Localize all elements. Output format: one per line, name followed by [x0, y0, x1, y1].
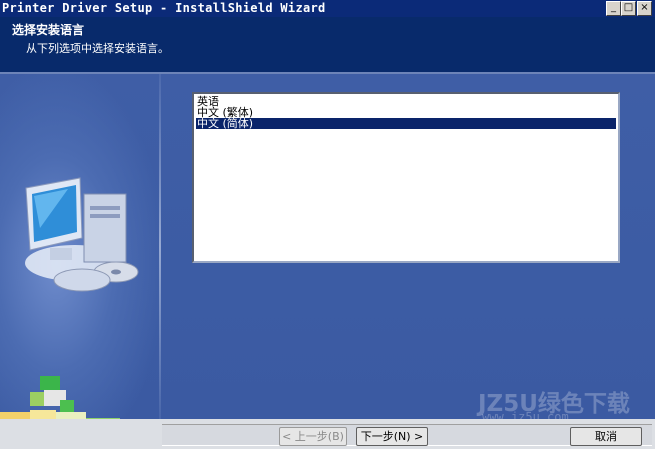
minimize-button[interactable]: _ [606, 1, 621, 16]
close-button[interactable]: × [637, 1, 652, 16]
next-button[interactable]: 下一步(N) > [356, 427, 428, 446]
page-subtitle: 从下列选项中选择安装语言。 [26, 42, 169, 55]
window-title: Printer Driver Setup - InstallShield Wiz… [2, 1, 326, 15]
maximize-button[interactable]: □ [621, 1, 636, 16]
back-button[interactable]: < 上一步(B) [279, 427, 347, 446]
title-bar: Printer Driver Setup - InstallShield Wiz… [0, 0, 655, 17]
wizard-header: 选择安装语言 从下列选项中选择安装语言。 [0, 17, 655, 72]
panel-divider [159, 74, 161, 419]
list-item-simplified-chinese[interactable]: 中文 (简体) [196, 118, 616, 129]
page-title: 选择安装语言 [12, 23, 85, 37]
cancel-button[interactable]: 取消 [570, 427, 642, 446]
language-listbox[interactable]: 英语 中文 (繁体) 中文 (简体) [192, 92, 620, 263]
computer-cd-icon [25, 177, 139, 292]
